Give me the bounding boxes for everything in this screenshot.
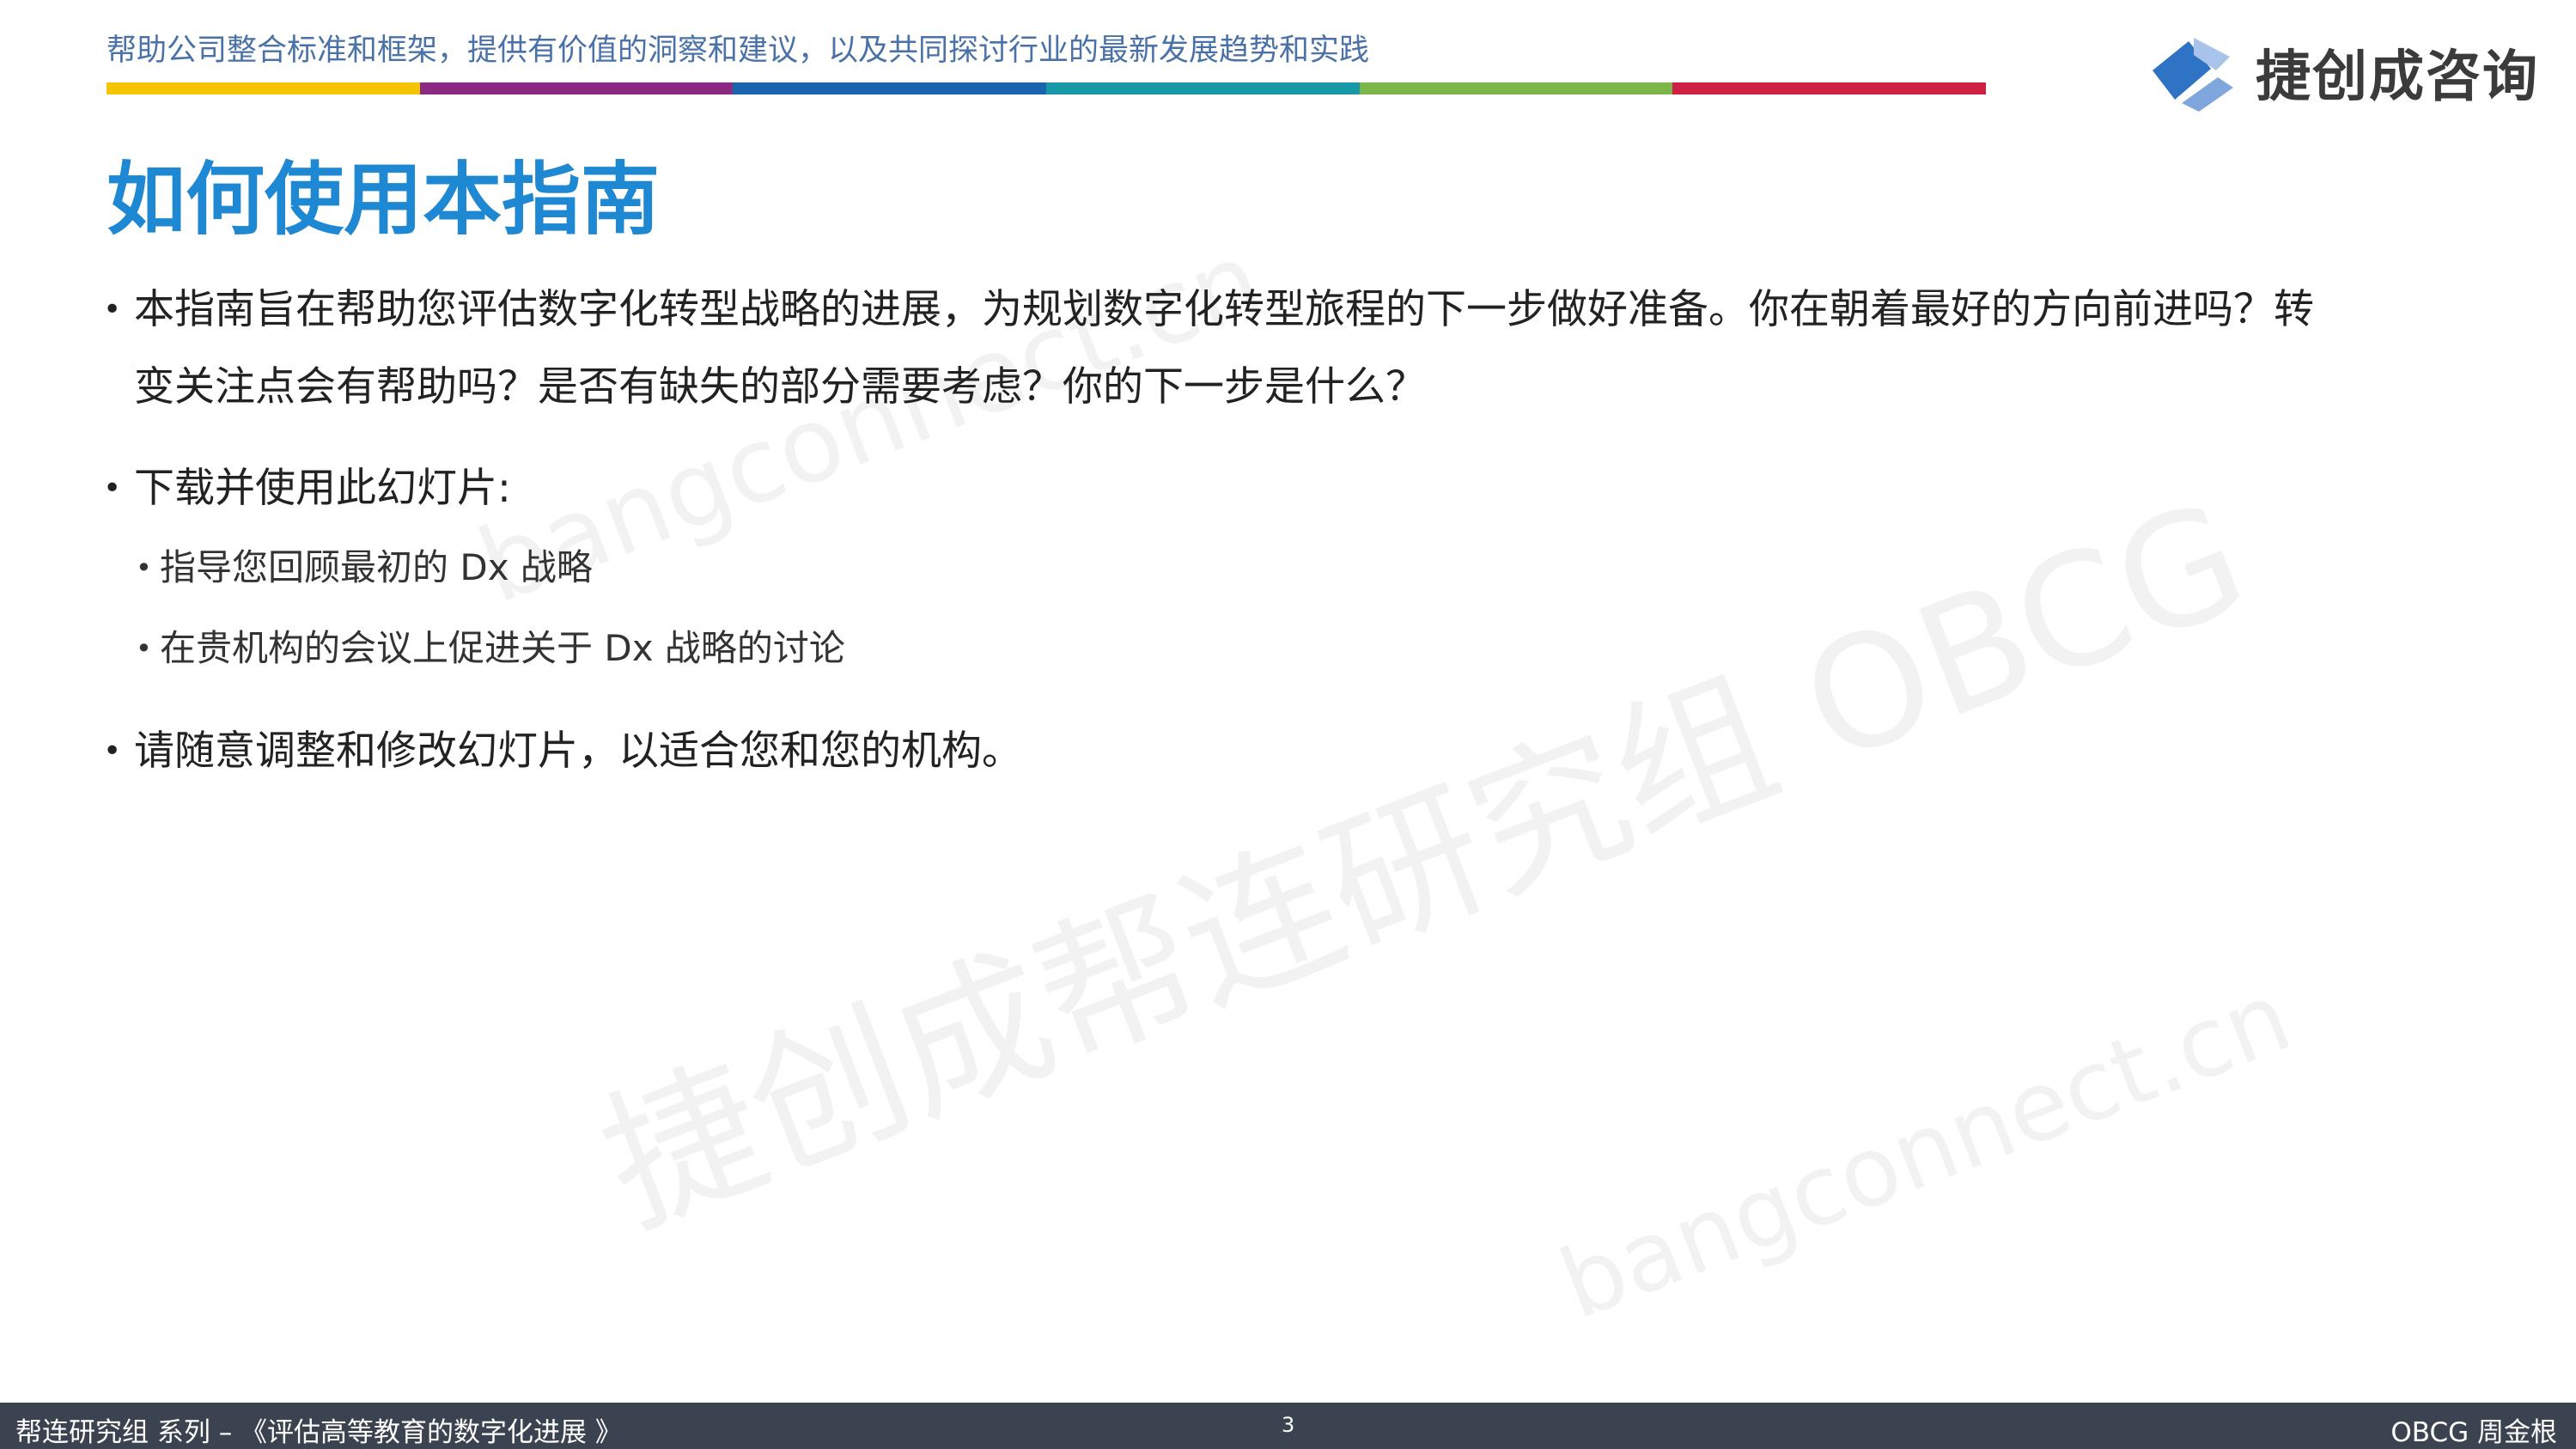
page-title: 如何使用本指南 [107,154,661,246]
bullet-intro: 本指南旨在帮助您评估数字化转型战略的进展，为规划数字化转型旅程的下一步做好准备。… [103,271,2474,426]
color-bar-segment-purple [419,82,734,94]
bullet-adjust: 请随意调整和修改幻灯片，以适合您和您的机构。 [103,713,2474,790]
bullet-intro-line-1: 本指南旨在帮助您评估数字化转型战略的进展，为规划数字化转型旅程的下一步做好准备。… [134,286,2314,333]
color-bar-segment-green [1359,82,1673,94]
color-bar-segment-yellow [107,82,420,94]
watermark-url-lower: bangconnect.cn [1546,960,2305,1342]
color-bar-segment-blue [733,82,1047,94]
footer-series-title: 帮连研究组 系列 – 《评估高等教育的数字化进展 》 [15,1417,622,1448]
color-bar-segment-teal [1046,82,1360,94]
page-number: 3 [1282,1413,1295,1437]
bullet-intro-line-2: 变关注点会有帮助吗？是否有缺失的部分需要考虑？你的下一步是什么？ [134,363,1426,411]
bullet-list: 本指南旨在帮助您评估数字化转型战略的进展，为规划数字化转型旅程的下一步做好准备。… [103,271,2474,790]
header-color-bar [107,82,1987,94]
company-logo: 捷创成咨询 [2149,31,2539,113]
sub-bullet-discussion: 在贵机构的会议上促进关于 Dx 战略的讨论 [103,608,2474,689]
logo-text: 捷创成咨询 [2256,46,2539,109]
footer-bar: 帮连研究组 系列 – 《评估高等教育的数字化进展 》 3 OBCG 周金根 [0,1403,2576,1449]
cube-logo-icon [2153,38,2233,112]
header-tagline: 帮助公司整合标准和框架，提供有价值的洞察和建议，以及共同探讨行业的最新发展趋势和… [107,33,1370,68]
bullet-download: 下载并使用此幻灯片: [103,450,2474,527]
footer-author: OBCG 周金根 [2390,1417,2557,1448]
color-bar-segment-red [1672,82,1987,94]
sub-bullet-review: 指导您回顾最初的 Dx 战略 [103,527,2474,608]
